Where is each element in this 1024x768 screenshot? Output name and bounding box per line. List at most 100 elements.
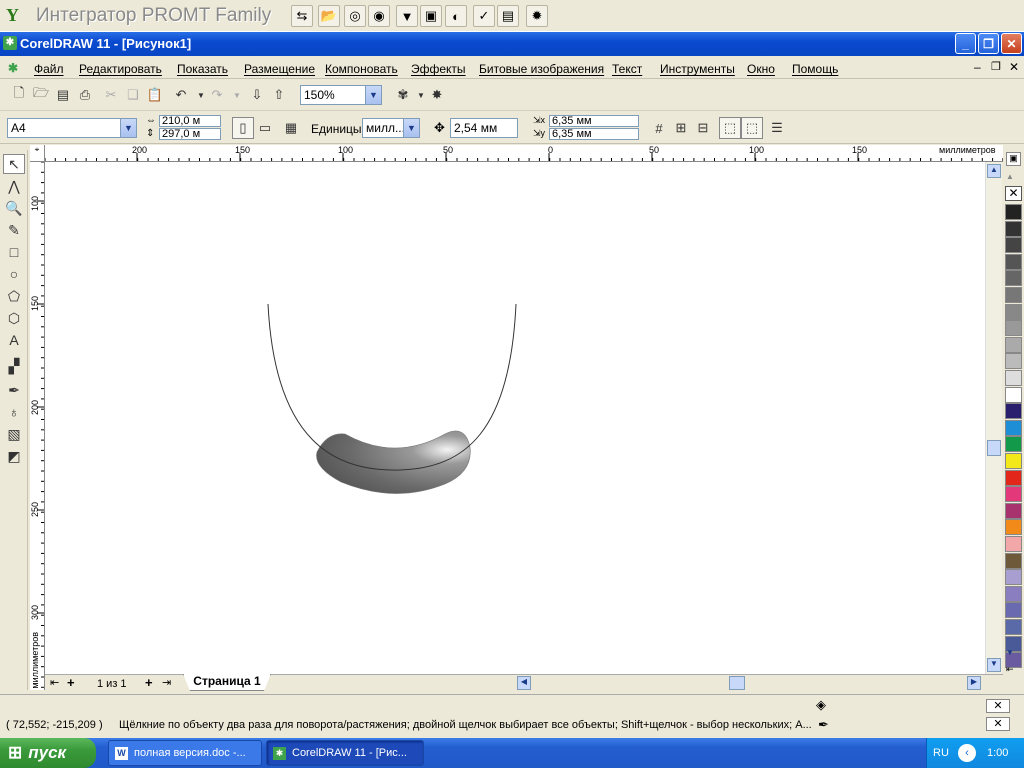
redo-icon[interactable]: ↷ <box>206 84 228 106</box>
color-swatch[interactable] <box>1005 519 1022 536</box>
promt-filter-icon[interactable]: ▼ <box>396 5 418 27</box>
no-fill-swatch[interactable]: ✕ <box>1005 186 1022 201</box>
nudge-field[interactable]: 2,54 мм <box>450 118 518 138</box>
color-swatch[interactable] <box>1005 237 1022 254</box>
zoom-select[interactable]: 150% ▼ <box>300 85 382 105</box>
color-swatch[interactable] <box>1005 303 1022 320</box>
menu-text[interactable]: Текст <box>612 62 642 76</box>
zoom-tool-icon[interactable]: 🔍 <box>3 198 25 218</box>
scroll-left-icon[interactable]: ◀ <box>517 676 531 690</box>
basic-shapes-tool-icon[interactable]: ⬡ <box>3 308 25 328</box>
vertical-ruler[interactable]: 100 150 200 250 300 миллиметров <box>30 162 45 690</box>
color-swatch[interactable] <box>1005 204 1022 220</box>
corel-online-icon[interactable]: ✸ <box>426 84 448 106</box>
export-icon[interactable]: ⇧ <box>268 84 290 106</box>
color-swatch[interactable] <box>1005 502 1022 519</box>
new-icon[interactable]: 🗋 <box>8 84 30 106</box>
color-swatch[interactable] <box>1005 619 1022 635</box>
color-swatch[interactable] <box>1005 602 1022 619</box>
menu-layout[interactable]: Размещение <box>244 62 315 76</box>
close-button[interactable]: ✕ <box>1001 33 1022 54</box>
color-swatch[interactable] <box>1005 552 1022 569</box>
doc-close-button[interactable]: ✕ <box>1009 60 1019 74</box>
scroll-right-icon[interactable]: ▶ <box>967 676 981 690</box>
paste-icon[interactable]: 📋 <box>144 84 166 106</box>
start-button[interactable]: ⊞ пуск <box>0 738 96 768</box>
minimize-button[interactable]: _ <box>955 33 976 54</box>
chevron-down-icon[interactable]: ▼ <box>403 119 419 137</box>
scroll-thumb[interactable] <box>987 440 1001 456</box>
color-swatch[interactable] <box>1005 453 1022 469</box>
color-swatch[interactable] <box>1005 569 1022 586</box>
promt-web-icon[interactable]: ◎ <box>344 5 366 27</box>
menu-view[interactable]: Показать <box>177 62 228 76</box>
language-indicator[interactable]: RU <box>933 747 949 759</box>
color-swatch[interactable] <box>1005 585 1022 602</box>
promt-open-icon[interactable]: 📂 <box>318 5 340 27</box>
cut-icon[interactable]: ✂ <box>100 84 122 106</box>
task-coreldraw[interactable]: ✱ CorelDRAW 11 - [Рис... <box>266 740 424 766</box>
color-swatch[interactable] <box>1005 320 1022 337</box>
palette-scroll-down-icon[interactable]: ▼ <box>1006 648 1014 657</box>
color-swatch[interactable] <box>1005 336 1022 353</box>
doc-restore-button[interactable]: ❐ <box>991 60 1001 73</box>
redo-dropdown-icon[interactable]: ▼ <box>226 84 248 106</box>
menu-arrange[interactable]: Компоновать <box>325 62 398 76</box>
promt-book-icon[interactable]: ▣ <box>420 5 442 27</box>
menu-window[interactable]: Окно <box>747 62 775 76</box>
document-icon[interactable]: ✱ <box>8 61 18 75</box>
page-width-field[interactable]: 210,0 м <box>159 115 221 127</box>
treat-as-filled-icon[interactable]: ⬚ <box>719 117 741 139</box>
ruler-origin-icon[interactable]: ⌖ <box>30 145 45 162</box>
freehand-tool-icon[interactable]: ✎ <box>3 220 25 240</box>
promt-dictionary-icon[interactable]: ▤ <box>497 5 519 27</box>
promt-translate-icon[interactable]: ⇆ <box>291 5 313 27</box>
snap-guidelines-icon[interactable]: ⊞ <box>670 117 692 139</box>
units-select[interactable]: милл... ▼ <box>362 118 420 138</box>
curve-path[interactable] <box>267 303 517 471</box>
snap-objects-icon[interactable]: ⊟ <box>692 117 714 139</box>
fill-swatch[interactable]: ✕ <box>986 699 1010 713</box>
page-size-select[interactable]: A4 ▼ <box>7 118 137 138</box>
pick-tool-icon[interactable]: ↖ <box>3 154 25 174</box>
color-swatch[interactable] <box>1005 536 1022 552</box>
outline-tool-icon[interactable]: ♁ <box>3 402 25 422</box>
color-swatch[interactable] <box>1005 403 1022 420</box>
task-word-document[interactable]: W полная версия.doc -... <box>108 740 262 766</box>
duplicate-y-field[interactable]: 6,35 мм <box>549 128 639 140</box>
color-swatch[interactable] <box>1005 287 1022 303</box>
scroll-down-icon[interactable]: ▼ <box>987 658 1001 672</box>
color-swatch[interactable] <box>1005 220 1022 237</box>
fill-tool-icon[interactable]: ▧ <box>3 424 25 444</box>
menu-help[interactable]: Помощь <box>792 62 838 76</box>
duplicate-x-field[interactable]: 6,35 мм <box>549 115 639 127</box>
last-page-icon[interactable]: ⇥ <box>162 676 171 689</box>
add-page-after-icon[interactable]: + <box>145 675 153 690</box>
menu-edit[interactable]: Редактировать <box>79 62 162 76</box>
interactive-fill-tool-icon[interactable]: ◩ <box>3 446 25 466</box>
color-swatch[interactable] <box>1005 469 1022 486</box>
doc-minimize-button[interactable]: – <box>974 60 981 74</box>
menu-bitmaps[interactable]: Битовые изображения <box>479 62 604 76</box>
page-tab[interactable]: Страница 1 <box>183 674 271 691</box>
horizontal-scroll-thumb[interactable] <box>729 676 745 690</box>
shaded-blend-object[interactable] <box>316 430 471 494</box>
first-page-icon[interactable]: ⇤ <box>50 676 59 689</box>
drawing-canvas[interactable] <box>45 162 985 674</box>
color-swatch[interactable] <box>1005 270 1022 287</box>
shape-tool-icon[interactable]: ⋀ <box>3 176 25 196</box>
open-icon[interactable]: 🗁 <box>30 84 52 106</box>
save-icon[interactable]: ▤ <box>52 84 74 106</box>
vertical-scrollbar[interactable]: ▲ ▼ <box>985 162 1002 674</box>
color-swatch[interactable] <box>1005 370 1022 386</box>
promt-check-icon[interactable]: ✓ <box>473 5 495 27</box>
landscape-button[interactable]: ▭ <box>254 117 276 139</box>
page-settings-icon[interactable]: ▦ <box>280 117 302 139</box>
menu-tools[interactable]: Инструменты <box>660 62 735 76</box>
promt-globe-icon[interactable]: ◐ <box>445 5 467 27</box>
palette-menu-icon[interactable]: ▣ <box>1006 152 1021 166</box>
ellipse-tool-icon[interactable]: ○ <box>3 264 25 284</box>
grid-icon[interactable]: # <box>648 117 670 139</box>
color-swatch[interactable] <box>1005 436 1022 453</box>
polygon-tool-icon[interactable]: ⬠ <box>3 286 25 306</box>
